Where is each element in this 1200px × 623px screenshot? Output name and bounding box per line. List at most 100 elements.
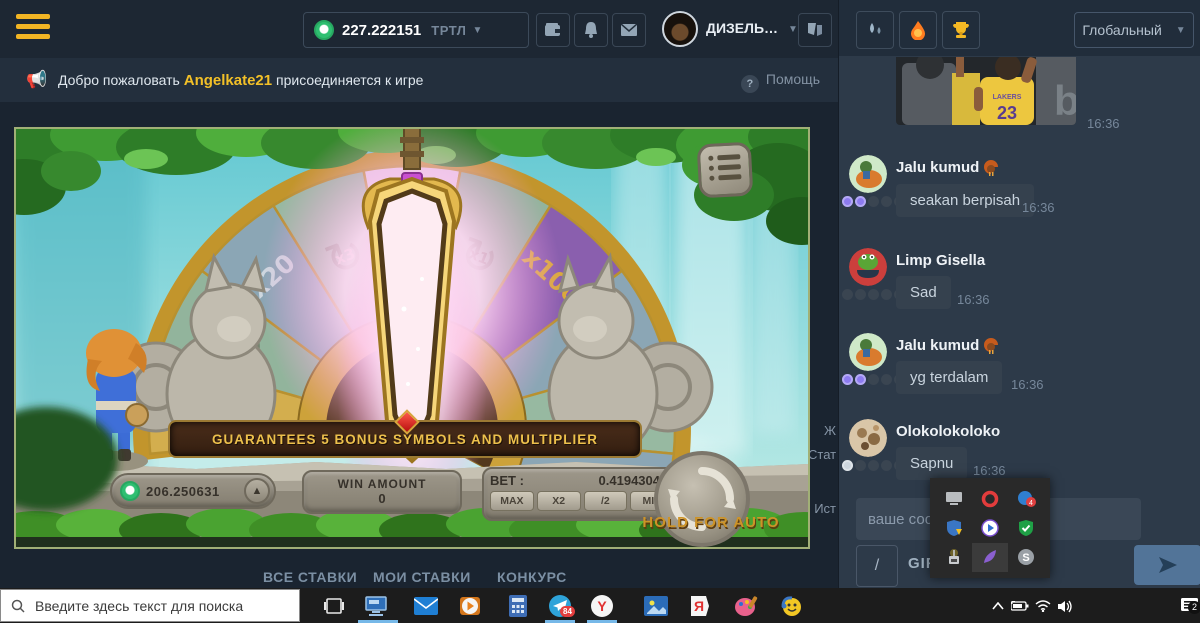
wallet-button[interactable] — [536, 13, 570, 47]
message-username[interactable]: Jalu kumud — [896, 159, 999, 176]
chat-gif-message[interactable]: b LAKERS 23 — [896, 57, 1076, 125]
tray-display-icon[interactable] — [936, 484, 972, 513]
tray-antivirus-icon[interactable] — [1008, 513, 1044, 542]
chevron-down-icon[interactable]: ▼ — [788, 24, 798, 35]
message-bubble: yg terdalam — [896, 361, 1002, 394]
message-username[interactable]: Limp Gisella — [896, 252, 985, 269]
message-time: 16:36 — [1022, 200, 1055, 215]
bet-half-button[interactable]: /2 — [584, 491, 628, 511]
balance-pill[interactable]: 227.222151 ТРТЛ ▼ — [303, 12, 529, 48]
coin-icon — [314, 20, 334, 40]
fireball-button[interactable] — [899, 11, 937, 49]
rain-button[interactable] — [856, 11, 894, 49]
chevron-down-icon: ▼ — [1176, 25, 1186, 36]
envelope-icon — [621, 24, 637, 36]
message-time: 16:36 — [1087, 116, 1120, 131]
level-badge — [868, 196, 879, 207]
avatar[interactable] — [849, 419, 887, 457]
hamburger-menu-icon[interactable] — [16, 14, 50, 44]
turkey-emoji — [983, 160, 999, 176]
turkey-emoji — [983, 338, 999, 354]
tray-radio-icon[interactable] — [936, 543, 972, 572]
taskbar-search[interactable]: Введите здесь текст для поиска — [0, 589, 300, 622]
level-badge — [842, 460, 853, 471]
currency-label: ТРТЛ — [431, 23, 466, 38]
message-username[interactable]: Olokolokoloko — [896, 423, 1000, 440]
notice-bar: 📢 Добро пожаловать Angelkate21 присоедин… — [0, 58, 838, 102]
win-amount-box: WIN AMOUNT 0 — [302, 470, 462, 514]
message-time: 16:36 — [973, 463, 1006, 478]
action-center-button[interactable]: 2 — [1176, 592, 1200, 620]
tray-skype-icon[interactable]: S — [1008, 543, 1044, 572]
svg-text:S: S — [1022, 552, 1029, 564]
level-badge — [855, 196, 866, 207]
notice-text: Добро пожаловать Angelkate21 присоединяе… — [58, 72, 423, 89]
taskbar-app-yandex-browser[interactable]: Y — [588, 592, 616, 620]
main-panel: 227.222151 ТРТЛ ▼ ДИЗЕЛЬ… ▼ 📢 Доб — [0, 0, 838, 588]
level-badge — [868, 460, 879, 471]
fireball-icon — [908, 20, 928, 40]
avatar[interactable] — [849, 248, 887, 286]
bet-x2-button[interactable]: X2 — [537, 491, 581, 511]
user-avatar[interactable] — [662, 11, 698, 47]
taskbar-app-calculator[interactable] — [504, 592, 532, 620]
taskbar-app-media[interactable] — [456, 592, 484, 620]
send-button[interactable] — [1134, 545, 1200, 585]
message-time: 16:36 — [957, 292, 990, 307]
chat-channel-select[interactable]: Глобальный▼ — [1074, 12, 1194, 48]
side-label-stat: Стат — [808, 447, 836, 462]
top-header: 227.222151 ТРТЛ ▼ ДИЗЕЛЬ… ▼ — [0, 0, 838, 58]
svg-text:4: 4 — [1029, 500, 1033, 507]
slot-game-canvas[interactable]: ↻x1↻x1x20↻x3x50↻x1x100x20↻ — [14, 127, 810, 549]
tab-my-bets[interactable]: МОИ СТАВКИ — [373, 569, 471, 585]
task-view-button[interactable] — [320, 592, 348, 620]
notice-username: Angelkate21 — [184, 72, 272, 89]
tray-opera-icon[interactable] — [972, 484, 1008, 513]
taskbar-app-mail[interactable] — [412, 592, 440, 620]
app-root: 227.222151 ТРТЛ ▼ ДИЗЕЛЬ… ▼ 📢 Доб — [0, 0, 1200, 623]
wallet-icon — [545, 23, 562, 37]
search-icon — [11, 599, 25, 613]
tray-player-icon[interactable] — [972, 513, 1008, 542]
bell-icon — [584, 22, 598, 38]
chat-toggle-button[interactable] — [798, 13, 832, 47]
avatar[interactable] — [849, 333, 887, 371]
svg-text:Y: Y — [597, 598, 607, 614]
taskbar-app-game[interactable] — [778, 592, 806, 620]
tray-feather-icon[interactable] — [972, 543, 1008, 572]
bonus-banner: GUARANTEES 5 BONUS SYMBOLS AND MULTIPLIE… — [168, 420, 642, 458]
contest-button[interactable] — [942, 11, 980, 49]
tab-contest[interactable]: КОНКУРС — [497, 569, 567, 585]
taskbar-app-pc[interactable] — [362, 592, 390, 620]
help-button[interactable]: ?Помощь — [741, 71, 820, 93]
side-label-hist: Ист — [808, 501, 836, 516]
trophy-icon — [951, 21, 971, 39]
action-center-badge: 2 — [1188, 601, 1200, 614]
message-bubble: Sapnu — [896, 447, 967, 480]
level-badge — [881, 460, 892, 471]
user-name[interactable]: ДИЗЕЛЬ… — [706, 20, 778, 36]
tray-browser-badge-icon[interactable]: 4 — [1008, 484, 1044, 513]
level-badge — [842, 196, 853, 207]
system-tray-popup: 4 S — [930, 478, 1050, 578]
bet-controls: BET :0.4194304 MAX X2 /2 MIN — [482, 467, 682, 521]
tab-all-bets[interactable]: ВСЕ СТАВКИ — [263, 569, 357, 585]
deposit-arrow-button[interactable]: ▲ — [244, 478, 270, 504]
slash-command-button[interactable]: / — [856, 545, 898, 587]
taskbar-app-telegram[interactable]: 84 — [546, 592, 574, 620]
avatar[interactable] — [849, 155, 887, 193]
message-username[interactable]: Jalu kumud — [896, 337, 999, 354]
notifications-button[interactable] — [574, 13, 608, 47]
game-menu-button[interactable] — [697, 142, 754, 199]
bet-max-button[interactable]: MAX — [490, 491, 534, 511]
level-badge — [881, 196, 892, 207]
volume-icon[interactable] — [1051, 592, 1079, 620]
level-badge — [881, 374, 892, 385]
tray-defender-icon[interactable] — [936, 513, 972, 542]
taskbar-app-paint[interactable] — [732, 592, 760, 620]
level-badge — [868, 289, 879, 300]
spin-button[interactable] — [654, 451, 750, 547]
taskbar-app-photos[interactable] — [642, 592, 670, 620]
messages-button[interactable] — [612, 13, 646, 47]
taskbar-app-yandex[interactable]: Я — [686, 592, 714, 620]
